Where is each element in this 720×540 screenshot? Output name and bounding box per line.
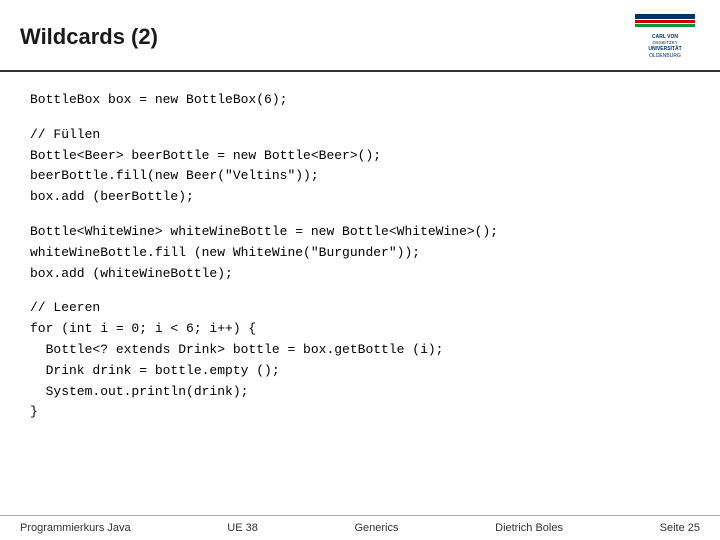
- code-text-4: // Leeren for (int i = 0; i < 6; i++) { …: [30, 298, 690, 423]
- footer-topic: Generics: [354, 522, 398, 534]
- code-section-3: Bottle<WhiteWine> whiteWineBottle = new …: [30, 222, 690, 284]
- slide-footer: Programmierkurs Java UE 38 Generics Diet…: [0, 515, 720, 540]
- slide: Wildcards (2) CARL VON OSSIETZKY UNIVERS…: [0, 0, 720, 540]
- slide-title: Wildcards (2): [20, 24, 158, 50]
- code-section-2: // Füllen Bottle<Beer> beerBottle = new …: [30, 125, 690, 208]
- svg-text:OLDENBURG: OLDENBURG: [649, 53, 681, 59]
- footer-ue: UE 38: [227, 522, 258, 534]
- svg-text:UNIVERSITÄT: UNIVERSITÄT: [648, 45, 681, 52]
- university-logo: CARL VON OSSIETZKY UNIVERSITÄT OLDENBURG: [630, 12, 700, 62]
- footer-author: Dietrich Boles: [495, 522, 563, 534]
- slide-content: BottleBox box = new BottleBox(6); // Fül…: [0, 72, 720, 515]
- footer-page: Seite 25: [660, 522, 700, 534]
- code-section-1: BottleBox box = new BottleBox(6);: [30, 90, 690, 111]
- footer-course: Programmierkurs Java: [20, 522, 131, 534]
- slide-header: Wildcards (2) CARL VON OSSIETZKY UNIVERS…: [0, 0, 720, 72]
- code-text-1: BottleBox box = new BottleBox(6);: [30, 90, 690, 111]
- code-text-3: Bottle<WhiteWine> whiteWineBottle = new …: [30, 222, 690, 284]
- svg-text:OSSIETZKY: OSSIETZKY: [652, 40, 677, 45]
- code-section-4: // Leeren for (int i = 0; i < 6; i++) { …: [30, 298, 690, 423]
- code-text-2: // Füllen Bottle<Beer> beerBottle = new …: [30, 125, 690, 208]
